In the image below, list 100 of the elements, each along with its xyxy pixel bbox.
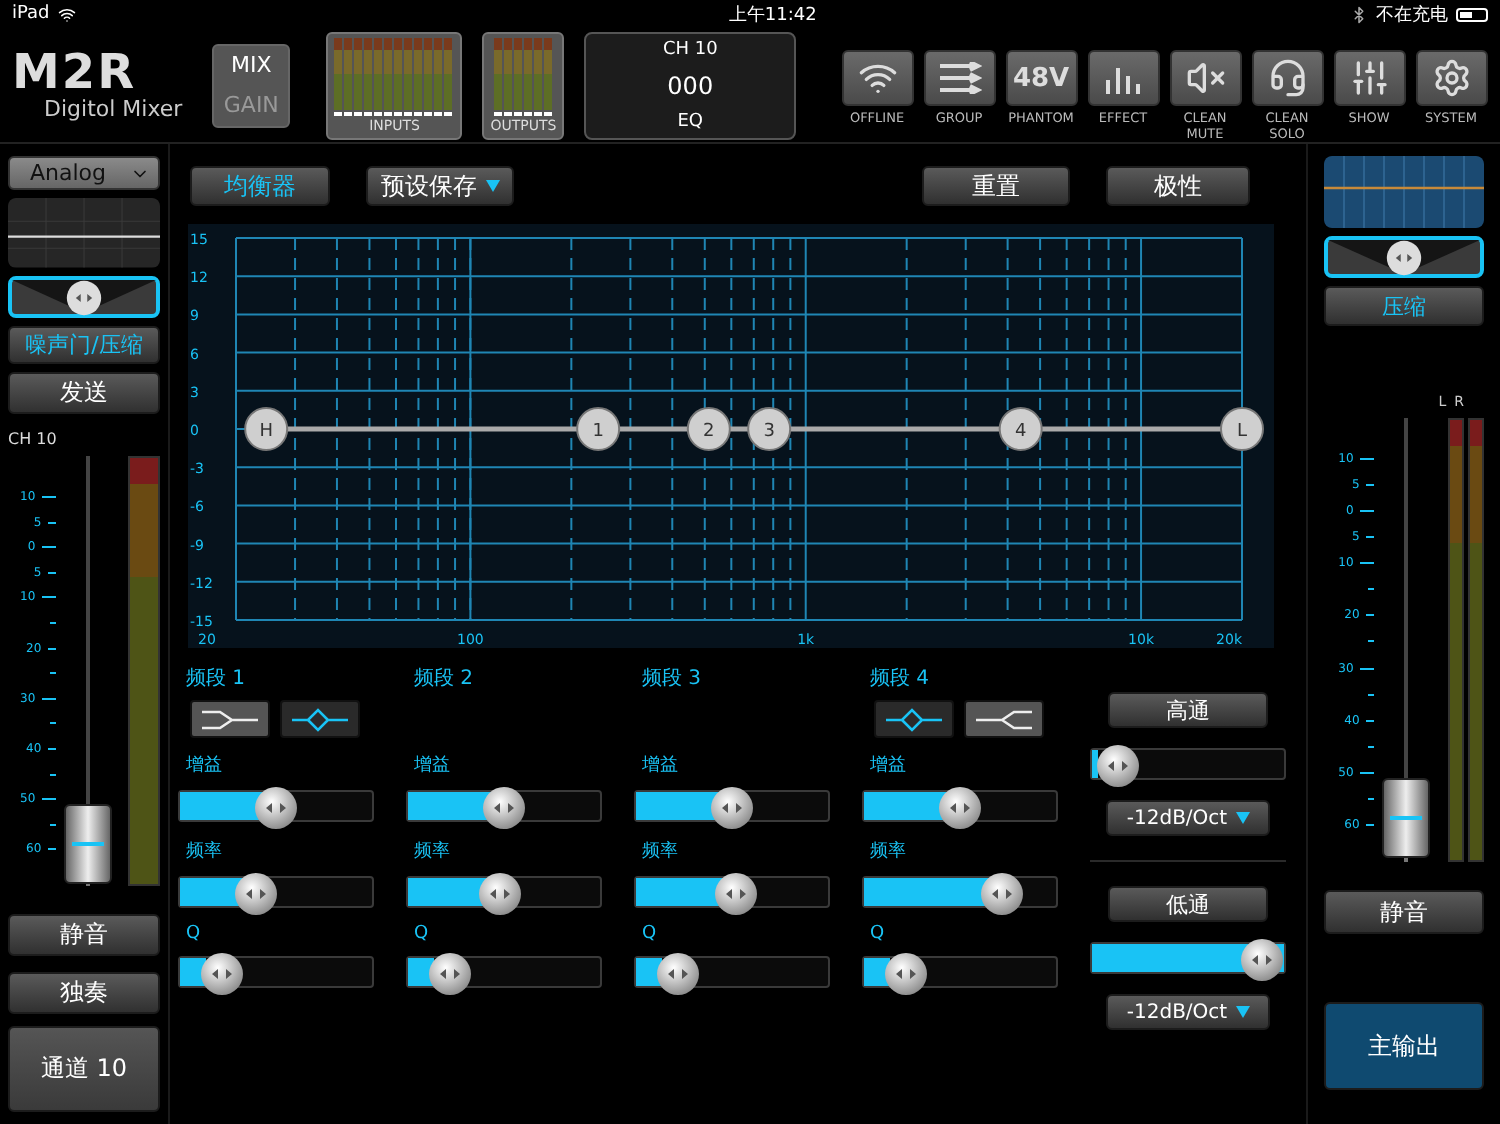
bluetooth-icon	[1350, 5, 1369, 23]
filter-button[interactable]: 低通	[1108, 886, 1268, 922]
shelf-curve-icon	[198, 705, 262, 733]
bars-icon	[1103, 62, 1144, 94]
slider-handle[interactable]	[710, 786, 754, 830]
pan-control[interactable]	[8, 276, 160, 318]
toolbar-button[interactable]	[1415, 50, 1488, 106]
device-name: iPad	[12, 4, 50, 24]
pan-control[interactable]	[1324, 236, 1484, 278]
peak-curve-icon	[288, 705, 352, 733]
param-label: 频率	[412, 839, 452, 864]
slope-dropdown[interactable]: -12dB/Oct	[1106, 994, 1270, 1030]
channel-label: CH 10	[8, 430, 59, 449]
toolbar-button[interactable]	[923, 50, 996, 106]
eq-node[interactable]: L	[1220, 407, 1264, 451]
filter-shape-button[interactable]	[874, 700, 954, 738]
param-label: 频率	[184, 839, 224, 864]
slider-handle[interactable]	[233, 872, 278, 916]
arrows-icon	[937, 62, 982, 94]
eq-node[interactable]: 4	[998, 407, 1043, 451]
mix-gain-toggle[interactable]: MIX GAIN	[212, 43, 291, 127]
param-label: 增益	[184, 753, 224, 778]
param-label: Q	[412, 924, 431, 944]
toolbar-button[interactable]	[1251, 50, 1324, 106]
pan-knob[interactable]	[66, 280, 102, 317]
fader-handle[interactable]	[63, 803, 112, 883]
preset-dropdown[interactable]: 预设保存	[366, 166, 514, 206]
sliders-icon	[1349, 58, 1390, 98]
param-label: 增益	[412, 753, 452, 778]
reset-button[interactable]: 重置	[922, 166, 1070, 206]
param-label: Q	[868, 924, 887, 944]
eq-tab[interactable]: 均衡器	[190, 166, 330, 206]
toolbar-button[interactable]	[1333, 50, 1406, 106]
band-title: 频段 4	[868, 665, 932, 692]
band-title: 频段 1	[184, 665, 248, 692]
dropdown-icon	[1235, 812, 1250, 824]
slider-handle[interactable]	[428, 952, 473, 996]
slider-handle[interactable]	[200, 952, 245, 996]
slider-handle[interactable]	[477, 872, 522, 916]
compressor-button[interactable]: 压缩	[1324, 286, 1484, 326]
peak-curve-icon	[882, 705, 946, 733]
band-title: 频段 2	[412, 665, 476, 692]
slider-handle[interactable]	[482, 786, 526, 830]
mute-button[interactable]: 静音	[1324, 890, 1484, 934]
shelf-curve-icon	[972, 705, 1036, 733]
slider-handle[interactable]	[254, 786, 298, 830]
toolbar-button[interactable]	[1087, 50, 1160, 106]
filter-shape-button[interactable]	[190, 700, 270, 738]
headset-icon	[1267, 58, 1308, 98]
toolbar-button[interactable]	[841, 50, 914, 106]
slider-handle[interactable]	[938, 786, 982, 830]
muted-speaker-icon	[1185, 58, 1226, 98]
eq-node[interactable]: 2	[686, 407, 731, 451]
charging-status: 不在充电	[1376, 3, 1449, 27]
gate-compressor-button[interactable]: 噪声门/压缩	[8, 325, 160, 365]
input-dropdown[interactable]: Analog	[8, 156, 160, 191]
band-title: 频段 3	[640, 665, 704, 692]
dropdown-icon	[485, 180, 499, 192]
send-button[interactable]: 发送	[8, 372, 160, 415]
slider-handle[interactable]	[884, 952, 929, 996]
logo: M2R	[12, 48, 137, 96]
display-page: EQ	[677, 111, 704, 131]
display-scene: 000	[667, 71, 714, 99]
fader-handle[interactable]	[1381, 777, 1430, 858]
clock: 上午11:42	[728, 3, 817, 27]
toggle-option[interactable]: MIX	[231, 52, 272, 78]
gate-curve-drawing[interactable]	[8, 198, 160, 269]
eq-node[interactable]: 1	[576, 407, 621, 451]
eq-node[interactable]: H	[244, 407, 289, 451]
slider-handle[interactable]	[714, 872, 759, 916]
filter-shape-button[interactable]	[964, 700, 1044, 738]
filter-shape-button[interactable]	[280, 700, 360, 738]
channel-button[interactable]: 通道 10	[8, 1026, 160, 1112]
slider-handle[interactable]	[656, 952, 701, 996]
logo-subtitle: Digitol Mixer	[42, 96, 185, 122]
slope-dropdown[interactable]: -12dB/Oct	[1106, 800, 1270, 836]
slider-handle[interactable]	[1240, 938, 1284, 982]
main-output-button[interactable]: 主输出	[1324, 1002, 1484, 1090]
polarity-button[interactable]: 极性	[1106, 166, 1250, 206]
toolbar-button[interactable]: 48V	[1005, 50, 1078, 106]
param-label: 频率	[868, 839, 908, 864]
param-label: 频率	[640, 839, 680, 864]
meter-bank-drawing	[334, 37, 455, 117]
solo-button[interactable]: 独奏	[8, 972, 160, 1015]
meter-bank-drawing	[493, 37, 554, 117]
slider-handle[interactable]	[979, 872, 1024, 916]
dropdown-icon	[1235, 1006, 1250, 1018]
wifi-icon	[57, 5, 76, 23]
slider-handle[interactable]	[1096, 744, 1141, 788]
param-label: Q	[184, 924, 203, 944]
settings-icon	[1431, 58, 1472, 98]
toolbar-button[interactable]	[1169, 50, 1242, 106]
eq-node[interactable]: 3	[747, 407, 792, 451]
param-label: 增益	[868, 753, 908, 778]
filter-button[interactable]: 高通	[1108, 692, 1268, 728]
pan-knob[interactable]	[1386, 240, 1422, 276]
param-label: Q	[640, 924, 659, 944]
mute-button[interactable]: 静音	[8, 913, 160, 957]
display-channel: CH 10	[662, 39, 718, 59]
battery-icon	[1456, 7, 1489, 21]
